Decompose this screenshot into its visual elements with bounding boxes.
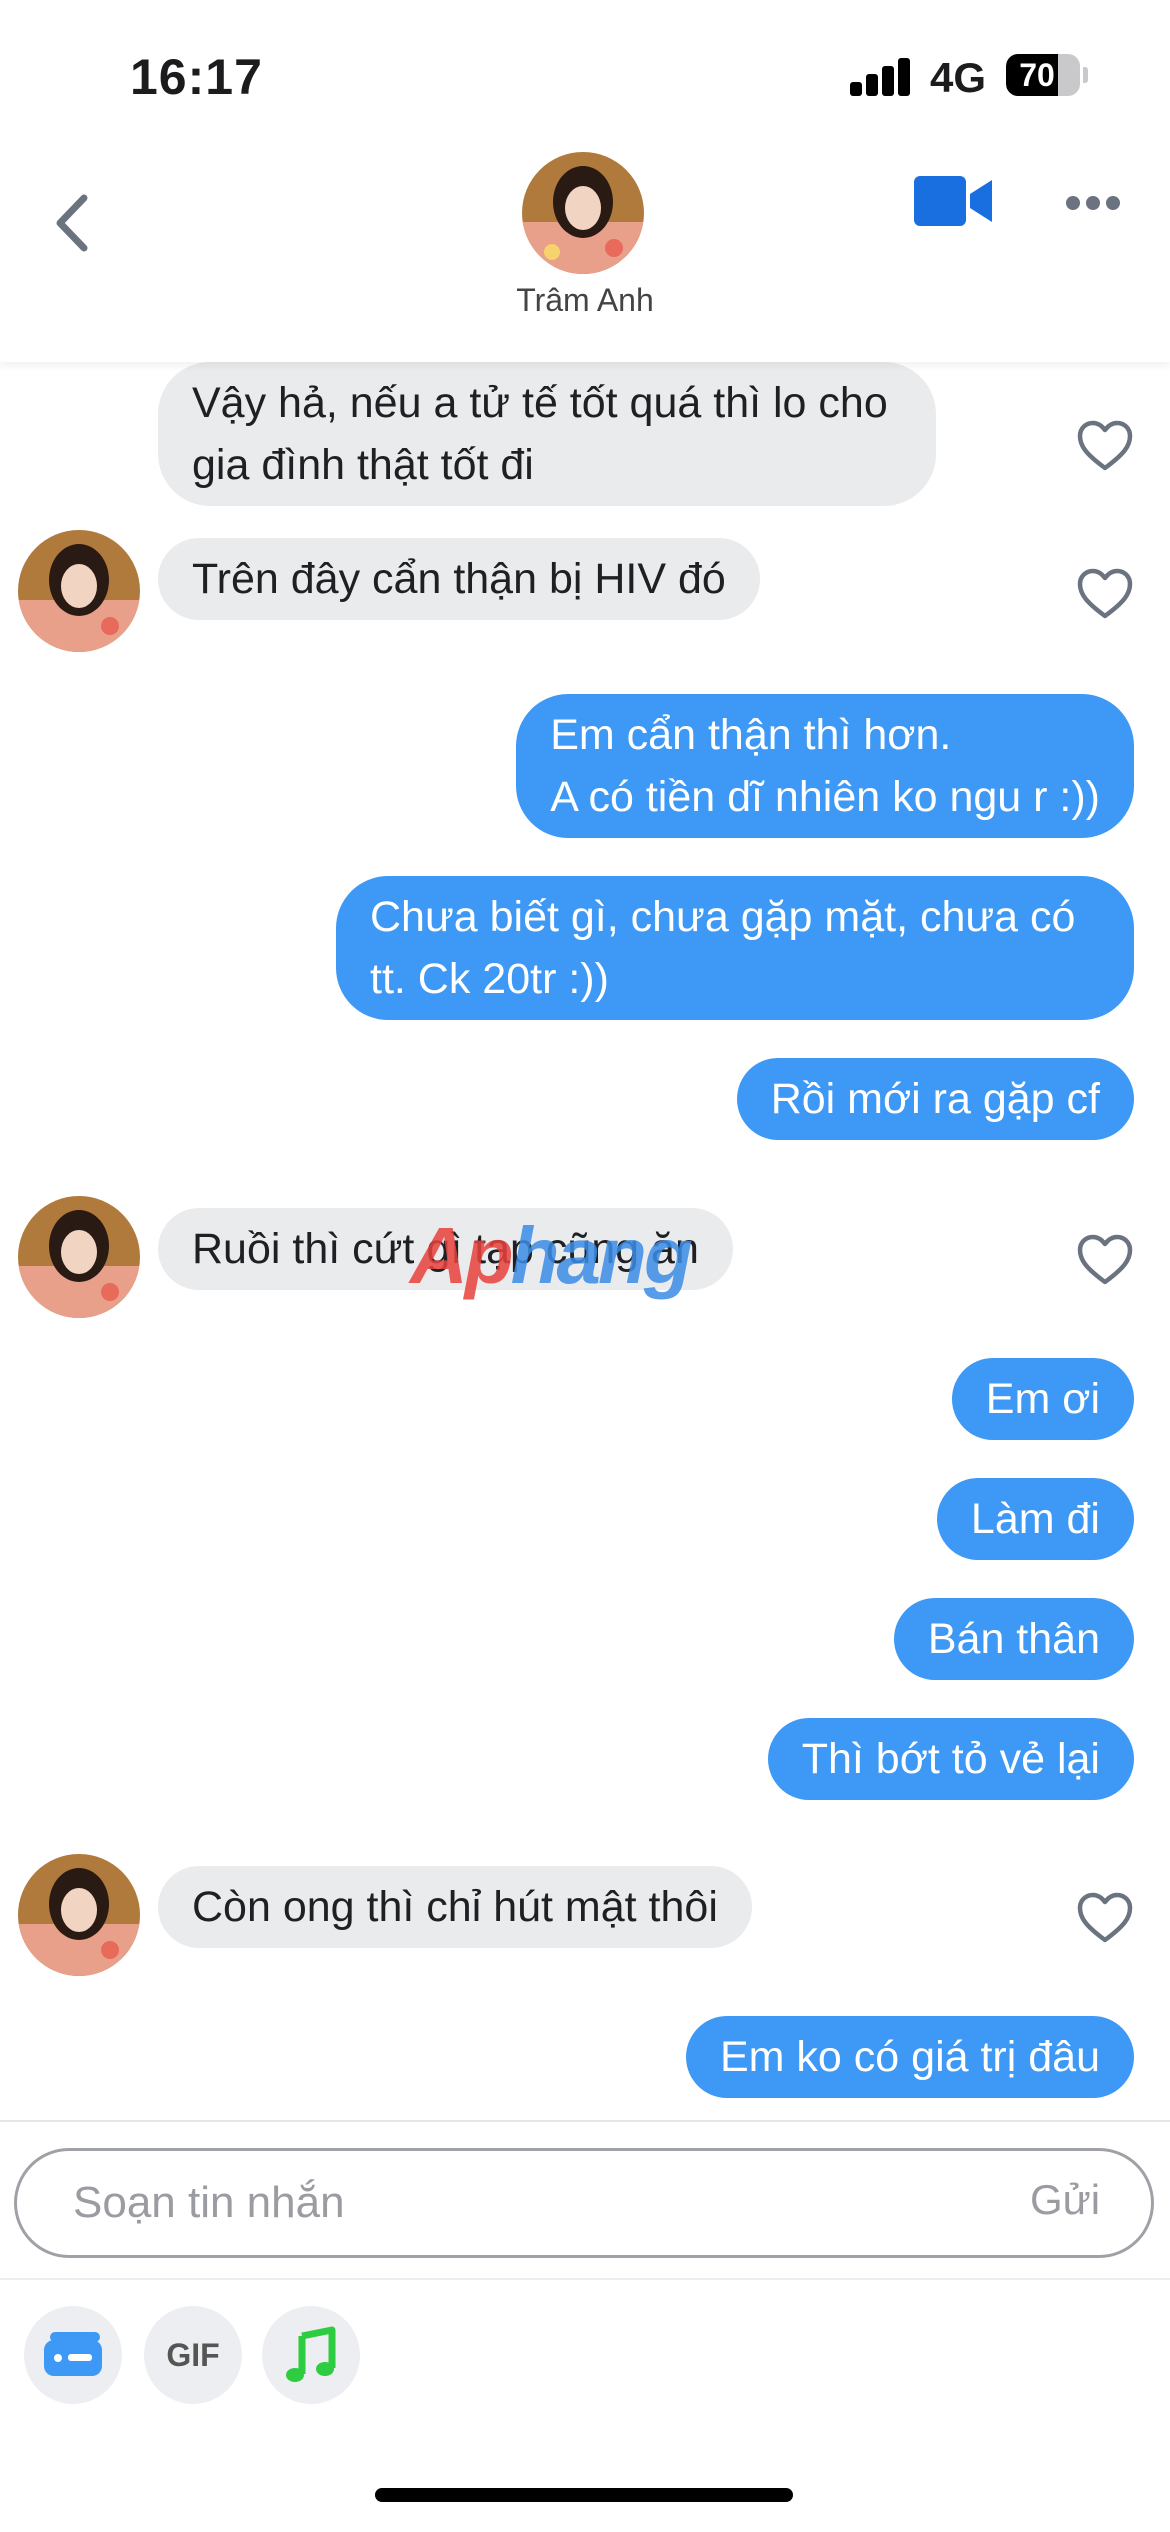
battery-icon: 70 bbox=[1006, 54, 1088, 96]
message-bubble-outgoing[interactable]: Em ơi bbox=[951, 1358, 1134, 1440]
message-input[interactable] bbox=[14, 2148, 1154, 2258]
status-time: 16:17 bbox=[130, 49, 263, 105]
message-bubble-outgoing[interactable]: Rồi mới ra gặp cf bbox=[736, 1058, 1134, 1140]
message-bubble-incoming[interactable]: Vậy hả, nếu a tử tế tốt quá thì lo cho g… bbox=[158, 362, 936, 506]
video-call-button[interactable] bbox=[908, 166, 998, 236]
music-note-icon bbox=[286, 2326, 336, 2382]
chat-header: Trâm Anh bbox=[0, 140, 1170, 362]
heart-icon[interactable] bbox=[1076, 420, 1134, 472]
more-options-button[interactable] bbox=[1058, 182, 1128, 222]
video-camera-icon bbox=[914, 176, 992, 226]
back-chevron-icon bbox=[56, 194, 88, 252]
contact-name[interactable]: Trâm Anh bbox=[385, 282, 785, 319]
contact-avatar-small[interactable] bbox=[18, 1854, 140, 1976]
heart-icon[interactable] bbox=[1076, 568, 1134, 620]
music-button[interactable] bbox=[262, 2306, 360, 2404]
message-list[interactable]: Vậy hả, nếu a tử tế tốt quá thì lo cho g… bbox=[0, 362, 1170, 2122]
message-bubble-incoming[interactable]: Trên đây cẩn thận bị HIV đó bbox=[158, 538, 760, 620]
more-dots-icon bbox=[1066, 196, 1080, 210]
cellular-signal-icon bbox=[850, 58, 912, 96]
gif-button[interactable]: GIF bbox=[144, 2306, 242, 2404]
message-bubble-outgoing[interactable]: Thì bớt tỏ vẻ lại bbox=[767, 1718, 1134, 1800]
attachment-toolbar: GIF bbox=[0, 2278, 1170, 2420]
sticker-card-icon bbox=[44, 2332, 102, 2376]
send-button[interactable]: Gửi bbox=[1030, 2176, 1100, 2224]
message-bubble-outgoing[interactable]: Chưa biết gì, chưa gặp mặt, chưa có tt. … bbox=[336, 876, 1134, 1020]
network-type: 4G bbox=[930, 54, 987, 101]
gif-icon: GIF bbox=[166, 2337, 220, 2373]
home-indicator[interactable] bbox=[375, 2488, 793, 2502]
contact-avatar-small[interactable] bbox=[18, 530, 140, 652]
message-bubble-outgoing[interactable]: Em ko có giá trị đâu bbox=[685, 2016, 1134, 2098]
heart-icon[interactable] bbox=[1076, 1234, 1134, 1286]
battery-level: 70 bbox=[1019, 57, 1055, 93]
message-bubble-outgoing[interactable]: Em cẩn thận thì hơn. A có tiền dĩ nhiên … bbox=[516, 694, 1134, 838]
heart-icon[interactable] bbox=[1076, 1892, 1134, 1944]
back-button[interactable] bbox=[44, 178, 104, 268]
contact-avatar-small[interactable] bbox=[18, 1196, 140, 1318]
composer-area: Gửi bbox=[0, 2120, 1170, 2272]
message-bubble-outgoing[interactable]: Bán thân bbox=[893, 1598, 1134, 1680]
message-bubble-outgoing[interactable]: Làm đi bbox=[936, 1478, 1134, 1560]
status-bar: 16:17 4G 70 bbox=[0, 0, 1170, 140]
watermark-logo: Aphang bbox=[410, 1211, 693, 1300]
contact-avatar[interactable] bbox=[522, 152, 644, 274]
message-bubble-incoming[interactable]: Còn ong thì chỉ hút mật thôi bbox=[158, 1866, 752, 1948]
sticker-button[interactable] bbox=[24, 2306, 122, 2404]
